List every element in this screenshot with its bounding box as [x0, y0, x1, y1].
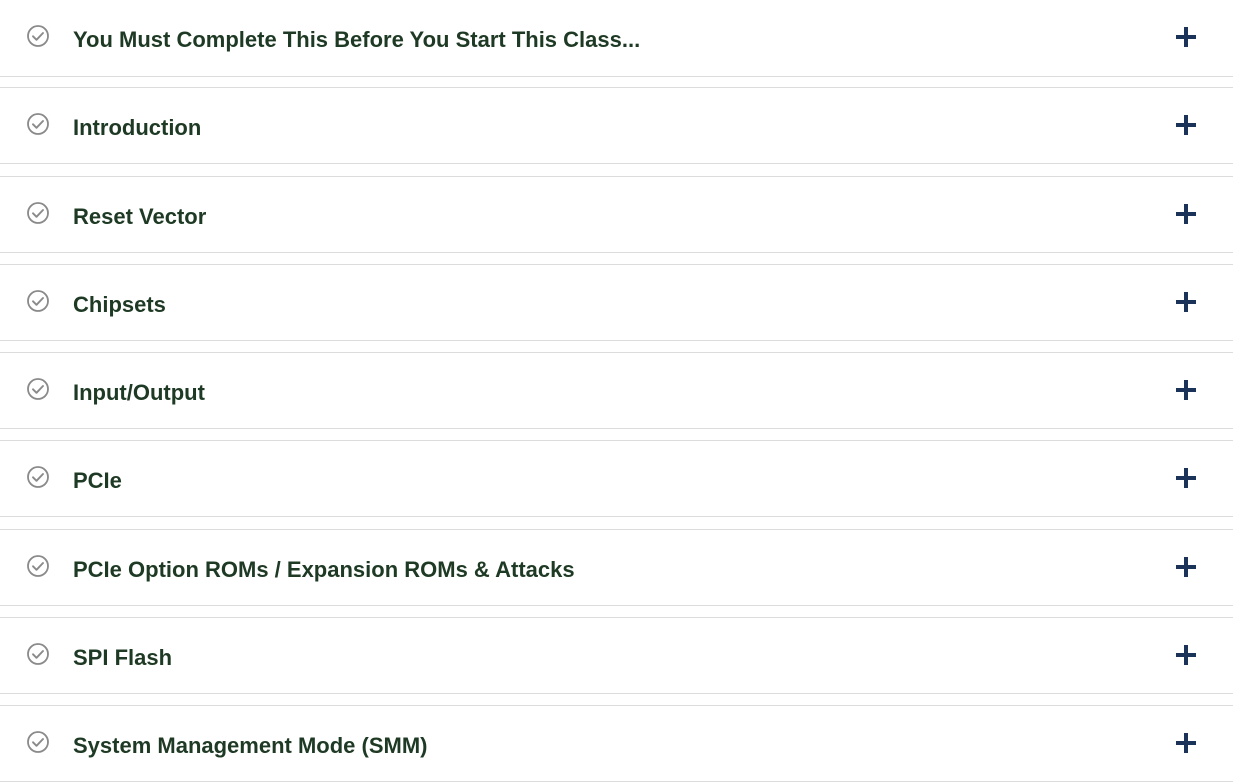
section-title: System Management Mode (SMM)	[73, 733, 428, 758]
section-header[interactable]: PCIe	[0, 441, 1233, 516]
check-circle-icon	[26, 465, 50, 489]
check-circle-icon	[26, 289, 50, 313]
check-circle-icon	[26, 730, 50, 754]
section-title: SPI Flash	[73, 645, 173, 670]
section-header[interactable]: Reset Vector	[0, 177, 1233, 252]
section-title: PCIe Option ROMs / Expansion ROMs & Atta…	[73, 557, 575, 582]
plus-icon[interactable]	[1175, 467, 1197, 489]
course-section: You Must Complete This Before You Start …	[0, 0, 1233, 77]
check-circle-icon	[26, 201, 50, 225]
section-header[interactable]: SPI Flash	[0, 618, 1233, 693]
section-header[interactable]: Chipsets	[0, 265, 1233, 340]
course-section: SPI Flash	[0, 617, 1233, 694]
course-section: PCIe	[0, 440, 1233, 517]
section-header[interactable]: Input/Output	[0, 353, 1233, 428]
plus-icon[interactable]	[1175, 379, 1197, 401]
course-section: Chipsets	[0, 264, 1233, 341]
section-header[interactable]: PCIe Option ROMs / Expansion ROMs & Atta…	[0, 530, 1233, 605]
check-circle-icon	[26, 24, 50, 48]
check-circle-icon	[26, 112, 50, 136]
check-circle-icon	[26, 642, 50, 666]
section-title: Chipsets	[73, 292, 166, 317]
section-header[interactable]: You Must Complete This Before You Start …	[0, 0, 1233, 76]
plus-icon[interactable]	[1175, 26, 1197, 48]
section-title: PCIe	[73, 468, 122, 493]
check-circle-icon	[26, 554, 50, 578]
section-title: Introduction	[73, 115, 202, 140]
plus-icon[interactable]	[1175, 114, 1197, 136]
course-section: Introduction	[0, 87, 1233, 164]
plus-icon[interactable]	[1175, 556, 1197, 578]
section-header[interactable]: System Management Mode (SMM)	[0, 706, 1233, 781]
section-title: You Must Complete This Before You Start …	[73, 27, 641, 52]
course-section: PCIe Option ROMs / Expansion ROMs & Atta…	[0, 529, 1233, 606]
section-title: Reset Vector	[73, 204, 207, 229]
check-circle-icon	[26, 377, 50, 401]
course-section: System Management Mode (SMM)	[0, 705, 1233, 782]
plus-icon[interactable]	[1175, 732, 1197, 754]
plus-icon[interactable]	[1175, 291, 1197, 313]
plus-icon[interactable]	[1175, 203, 1197, 225]
section-header[interactable]: Introduction	[0, 88, 1233, 163]
course-section: Reset Vector	[0, 176, 1233, 253]
plus-icon[interactable]	[1175, 644, 1197, 666]
course-section: Input/Output	[0, 352, 1233, 429]
section-title: Input/Output	[73, 380, 205, 405]
